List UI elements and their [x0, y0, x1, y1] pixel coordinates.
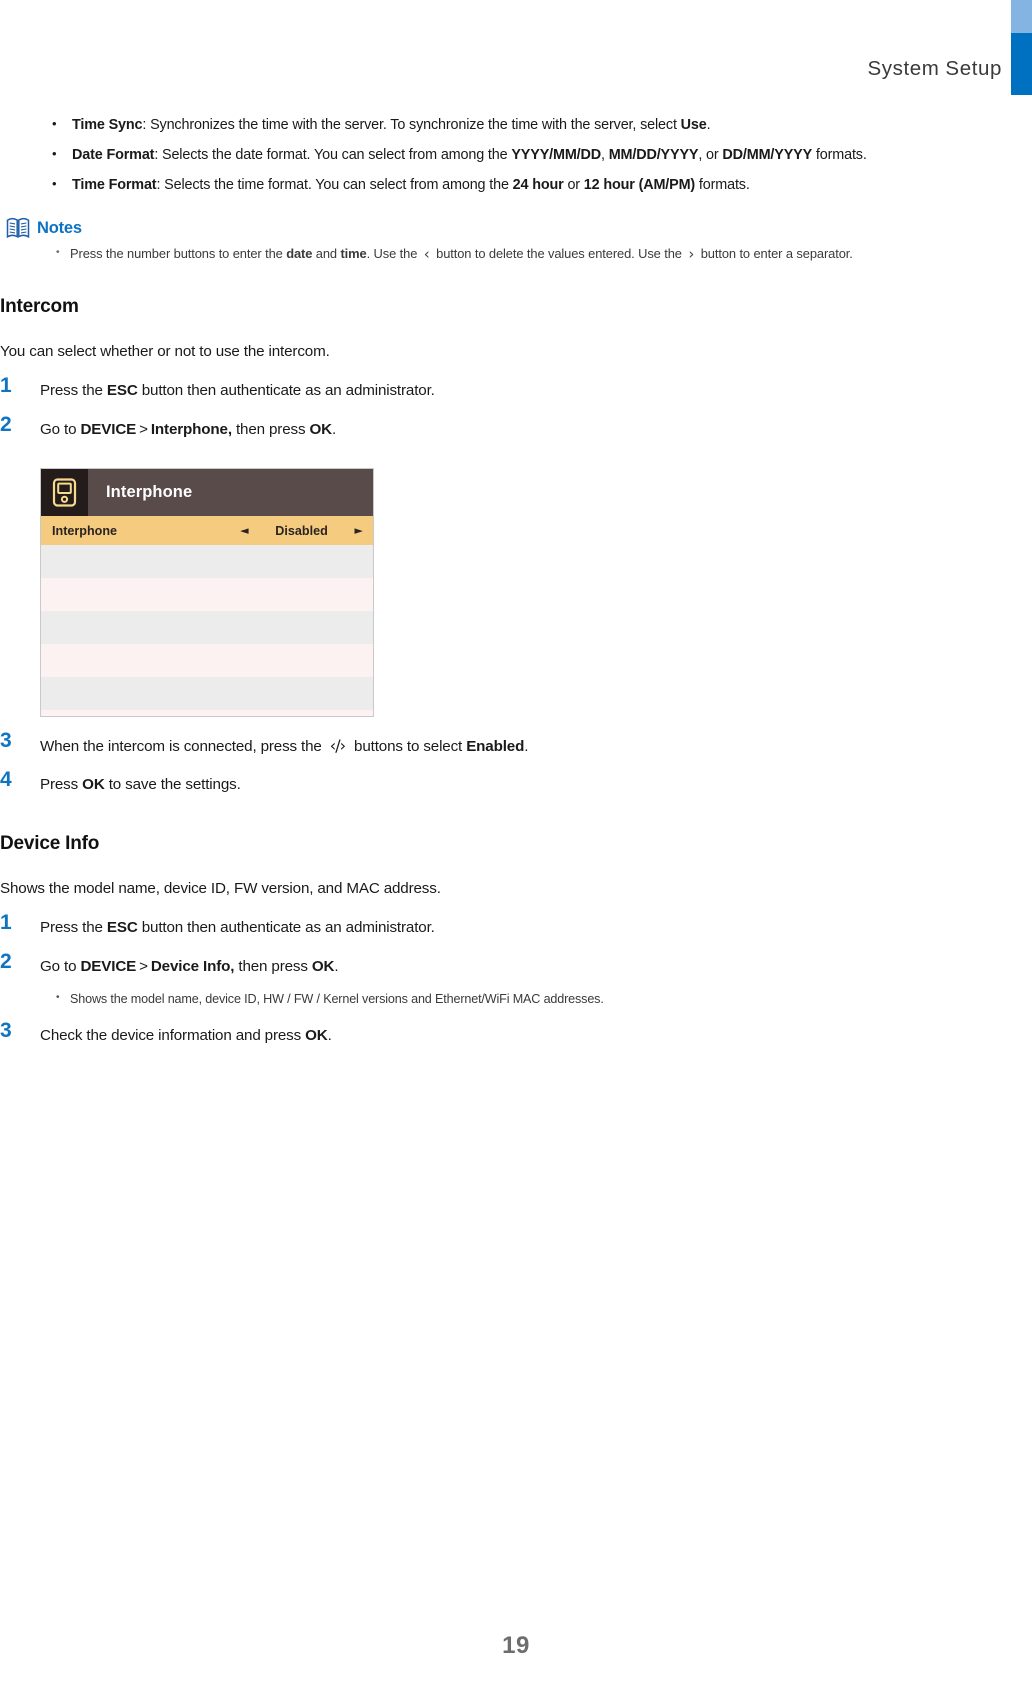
step-item: 4 Press OK to save the settings.: [0, 768, 1032, 801]
device-screen-empty-row: [41, 545, 373, 578]
list-item: Time Sync: Synchronizes the time with th…: [0, 109, 1032, 140]
breadcrumb-separator: >: [139, 958, 148, 975]
caret-left-icon[interactable]: ◄: [240, 524, 248, 537]
step-text: When the intercom is connected, press th…: [40, 736, 529, 755]
device-screen-icon-box: [41, 469, 88, 516]
step-number: 2: [0, 950, 12, 973]
list-item: Date Format: Selects the date format. Yo…: [0, 139, 1032, 170]
bullet-text: : Synchronizes the time with the server.…: [142, 117, 681, 133]
step-text: Go to DEVICE > Interphone, then press OK.: [40, 421, 337, 438]
chevron-left-icon: ‹: [423, 245, 430, 263]
step-number: 4: [0, 768, 12, 791]
note-bold: time: [340, 246, 367, 261]
note-text: button to delete the values entered. Use…: [432, 246, 686, 261]
header-accent-bar-dark: [1011, 33, 1032, 95]
step-text: Press OK to save the settings.: [40, 776, 241, 793]
bullet-text: , or: [698, 147, 723, 163]
device-screen-empty-row: [41, 578, 373, 611]
notes-callout: Notes Press the number buttons to enter …: [0, 217, 1032, 266]
page-title-part1: System: [867, 57, 940, 80]
bullet-term: Time Sync: [72, 117, 143, 133]
step-text: Check the device information and press O…: [40, 1027, 332, 1044]
step-number: 3: [0, 1019, 12, 1042]
step-item: 1 Press the ESC button then authenticate…: [0, 374, 1032, 407]
device-screen-titlebar: Interphone: [41, 469, 373, 516]
bullet-term: Date Format: [72, 147, 155, 163]
device-info-sub-bullet-list: Shows the model name, device ID, HW / FW…: [0, 985, 1032, 1012]
page-header: System Setup: [0, 0, 1032, 100]
time-settings-bullet-list: Time Sync: Synchronizes the time with th…: [0, 109, 1032, 200]
bullet-text: ,: [601, 147, 609, 163]
step-number: 1: [0, 374, 12, 397]
device-screen-capture: Interphone Interphone ◄ Disabled ►: [40, 468, 374, 717]
bullet-bold: MM/DD/YYYY: [608, 147, 699, 163]
bullet-bold: DD/MM/YYYY: [722, 147, 813, 163]
bullet-bold: Use: [680, 117, 707, 133]
device-info-section: Device Info Shows the model name, device…: [0, 833, 1032, 1052]
step-number: 1: [0, 911, 12, 934]
chevron-right-icon: ›: [688, 245, 695, 263]
device-screen-empty-row: [41, 710, 373, 716]
device-screen-empty-row: [41, 644, 373, 677]
step-item: 1 Press the ESC button then authenticate…: [0, 911, 1032, 944]
list-item: Time Format: Selects the time format. Yo…: [0, 169, 1032, 200]
header-accent-bar-light: [1011, 0, 1032, 33]
bullet-text: formats.: [812, 147, 867, 163]
section-heading-device-info: Device Info: [0, 833, 100, 854]
intercom-section: Intercom You can select whether or not t…: [0, 296, 1032, 801]
section-heading-intercom: Intercom: [0, 296, 79, 317]
notes-label: Notes: [37, 218, 82, 237]
bullet-bold: 12 hour (AM/PM): [583, 177, 696, 193]
step-item: 3 Check the device information and press…: [0, 1019, 1032, 1052]
bullet-text: : Selects the date format. You can selec…: [154, 147, 512, 163]
bullet-text: or: [563, 177, 584, 193]
open-book-icon: [6, 217, 30, 239]
note-bold: date: [286, 246, 313, 261]
bullet-text: formats.: [695, 177, 750, 193]
step-text: Press the ESC button then authenticate a…: [40, 382, 435, 399]
device-screen-setting-row[interactable]: Interphone ◄ Disabled ►: [41, 516, 373, 545]
step-text: Press the ESC button then authenticate a…: [40, 919, 435, 936]
bullet-term: Time Format: [72, 177, 157, 193]
device-screen-title: Interphone: [106, 483, 193, 501]
caret-right-icon[interactable]: ►: [355, 524, 363, 537]
note-text: Press the number buttons to enter the: [70, 246, 287, 261]
step-item: 3 When the intercom is connected, press …: [0, 729, 1032, 762]
bullet-bold: 24 hour: [512, 177, 564, 193]
step-item: 2 Go to DEVICE > Device Info, then press O…: [0, 950, 1032, 983]
step-number: 2: [0, 413, 12, 436]
bullet-bold: YYYY/MM/DD: [511, 147, 601, 163]
note-text: button to enter a separator.: [697, 246, 853, 261]
bullet-text: .: [706, 117, 711, 133]
breadcrumb-separator: >: [139, 421, 148, 438]
step-number: 3: [0, 729, 12, 752]
device-info-intro: Shows the model name, device ID, FW vers…: [0, 880, 441, 897]
device-terminal-icon: [52, 478, 77, 507]
device-screen-empty-row: [41, 677, 373, 710]
page-content: Time Sync: Synchronizes the time with th…: [0, 109, 1032, 1052]
note-text: . Use the: [366, 246, 421, 261]
bullet-text: : Selects the time format. You can selec…: [156, 177, 513, 193]
step-item: 2 Go to DEVICE > Interphone, then press OK…: [0, 413, 1032, 446]
note-item: Press the number buttons to enter the da…: [0, 241, 1032, 266]
page-title-part2: Setup: [945, 57, 1002, 80]
device-screen-empty-row: [41, 611, 373, 644]
setting-row-label: Interphone: [52, 523, 118, 538]
step-text: Go to DEVICE > Device Info, then press OK.: [40, 958, 339, 975]
chevron-left-right-icon: ‹/›: [329, 736, 346, 755]
list-item: Shows the model name, device ID, HW / FW…: [0, 985, 1032, 1012]
setting-row-value: Disabled: [275, 523, 328, 538]
notes-header: Notes: [0, 217, 1032, 239]
intercom-intro: You can select whether or not to use the…: [0, 343, 330, 360]
note-text: and: [312, 246, 341, 261]
page-number: 19: [502, 1632, 530, 1659]
page-title: System Setup: [867, 57, 1002, 81]
